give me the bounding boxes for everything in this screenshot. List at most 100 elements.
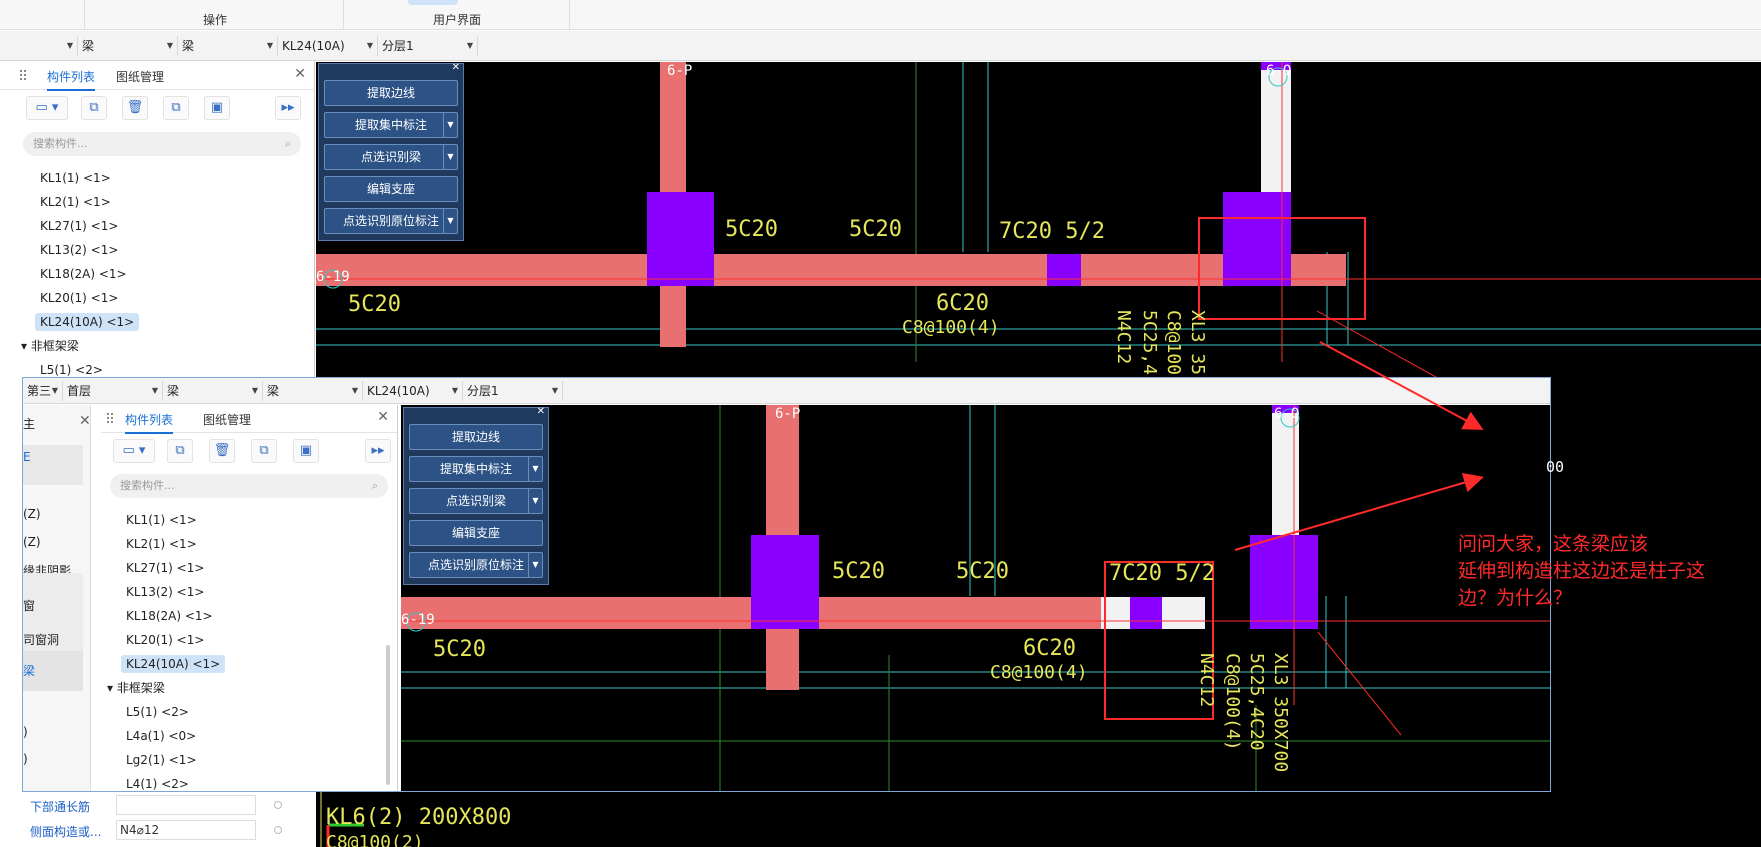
list-item[interactable]: L4(1) <2>	[121, 772, 225, 796]
cmd-pick-beam[interactable]: 点选识别梁 ▼	[324, 144, 458, 170]
axis-label-6-19: 6-19	[316, 269, 350, 285]
bottom-layer-select[interactable]: 分层1 ▼	[463, 381, 563, 401]
ribbon: 操作 用户界面	[0, 0, 1761, 30]
top-component-select[interactable]: KL24(10A) ▼	[278, 36, 378, 56]
bottom-search-input[interactable]: 搜索构件... ⌕	[110, 474, 388, 498]
prop-dot-icon[interactable]	[274, 801, 282, 809]
bottom-subtype-select[interactable]: 梁 ▼	[263, 381, 363, 401]
strip-item[interactable]: )	[23, 752, 28, 766]
cmd-pick-inplace[interactable]: 点选识别原位标注 ▼	[409, 552, 543, 578]
prop-field-bottom-rebar[interactable]	[116, 795, 256, 815]
more-icon[interactable]: ▸▸	[275, 96, 301, 120]
list-item[interactable]: KL13(2) <1>	[121, 580, 225, 604]
new-component-icon[interactable]: ▭ ▾	[26, 96, 68, 120]
list-item[interactable]: KL20(1) <1>	[121, 628, 225, 652]
tab-drawing-manage[interactable]: 图纸管理	[116, 68, 164, 85]
axis-label-6q: 6-Q	[1266, 63, 1292, 79]
list-item[interactable]: KL1(1) <1>	[35, 166, 139, 190]
question-note-line2: 延伸到构造柱这边还是柱子这	[1458, 560, 1706, 582]
duplicate-icon[interactable]: ⧉	[163, 96, 189, 120]
bottom-type-select[interactable]: 梁 ▼	[163, 381, 263, 401]
list-item[interactable]: KL2(1) <1>	[35, 190, 139, 214]
strip-item[interactable]: 司窗洞	[23, 631, 59, 648]
rebar-label: 7C20 5/2	[1109, 561, 1215, 586]
new-component-icon[interactable]: ▭ ▾	[113, 439, 155, 463]
drag-grip-icon[interactable]	[107, 412, 113, 426]
list-item[interactable]: L4a(1) <0>	[121, 724, 225, 748]
top-subtype-select[interactable]: 梁 ▼	[178, 36, 278, 56]
dropdown-arrow-icon[interactable]: ▼	[528, 553, 542, 577]
cmd-pick-inplace[interactable]: 点选识别原位标注 ▼	[324, 208, 458, 234]
list-item[interactable]: KL2(1) <1>	[121, 532, 225, 556]
dropdown-arrow-icon[interactable]: ▼	[528, 457, 542, 481]
cmd-extract-label[interactable]: 提取集中标注 ▼	[409, 456, 543, 482]
cmd-extract-edge[interactable]: 提取边线	[409, 424, 543, 450]
list-item[interactable]: KL18(2A) <1>	[121, 604, 225, 628]
stirrup-label: C8@100(2)	[326, 832, 424, 847]
top-layer-select[interactable]: 分层1 ▼	[378, 36, 478, 56]
tab-drawing-manage[interactable]: 图纸管理	[203, 411, 251, 428]
cmd-pick-beam[interactable]: 点选识别梁 ▼	[409, 488, 543, 514]
bottom-prev-select[interactable]: 第三 ▼	[23, 381, 63, 401]
list-item[interactable]: KL27(1) <1>	[121, 556, 225, 580]
strip-item[interactable]: (Z)	[23, 535, 41, 549]
list-item[interactable]: KL1(1) <1>	[121, 508, 225, 532]
top-cad-canvas[interactable]: 6-P 6-Q 6-19 5C20 5C20 7C20 5/2 5C20 6C2…	[316, 62, 1761, 377]
list-item[interactable]: L5(1) <2>	[121, 700, 225, 724]
top-floor-select[interactable]: ▼	[0, 36, 78, 56]
list-item[interactable]: KL20(1) <1>	[35, 286, 139, 310]
cmd-edit-support[interactable]: 编辑支座	[409, 520, 543, 546]
close-icon[interactable]: ✕	[452, 62, 460, 73]
tree-group-nonframe[interactable]: ▾ 非框架梁	[21, 334, 139, 358]
search-icon[interactable]: ⌕	[372, 474, 378, 498]
duplicate-icon[interactable]: ⧉	[251, 439, 277, 463]
cmd-extract-label[interactable]: 提取集中标注 ▼	[324, 112, 458, 138]
floor-copy-icon[interactable]: ▣	[293, 439, 319, 463]
copy-icon[interactable]: ⧉	[167, 439, 193, 463]
strip-item-active[interactable]: 梁	[23, 651, 83, 691]
top-search-input[interactable]: 搜索构件... ⌕	[23, 132, 301, 156]
tab-component-list[interactable]: 构件列表	[125, 411, 174, 434]
close-icon[interactable]: ✕	[294, 66, 306, 82]
close-icon[interactable]: ✕	[79, 413, 91, 429]
dropdown-arrow-icon[interactable]: ▼	[443, 209, 457, 233]
stirrup-label: C8@100(4)	[990, 662, 1088, 683]
dropdown-arrow-icon[interactable]: ▼	[443, 145, 457, 169]
delete-icon[interactable]: 🗑	[209, 439, 235, 463]
strip-item-active[interactable]: E	[23, 445, 83, 485]
more-icon[interactable]: ▸▸	[365, 439, 391, 463]
list-item[interactable]: KL13(2) <1>	[35, 238, 139, 262]
list-item[interactable]: Lg2(1) <1>	[121, 748, 225, 772]
ribbon-group-ui[interactable]: 用户界面	[433, 11, 481, 28]
tree-group-nonframe[interactable]: ▾ 非框架梁	[107, 676, 225, 700]
prop-field-side-rebar[interactable]: N4⌀12	[116, 820, 256, 840]
cmd-edit-support[interactable]: 编辑支座	[324, 176, 458, 202]
bottom-cad-canvas[interactable]: 6-P 6-Q 6-19 5C20 5C20 7C20 5/2 5C20 6C2…	[401, 405, 1550, 791]
dropdown-arrow-icon[interactable]: ▼	[528, 489, 542, 513]
strip-item[interactable]: 主	[23, 415, 35, 432]
list-item[interactable]: KL27(1) <1>	[35, 214, 139, 238]
drag-grip-icon[interactable]	[20, 69, 26, 83]
close-icon[interactable]: ✕	[377, 409, 389, 425]
bottom-floor-select[interactable]: 首层 ▼	[63, 381, 163, 401]
scrollbar[interactable]	[386, 645, 390, 785]
strip-item[interactable]: )	[23, 725, 28, 739]
close-icon[interactable]: ✕	[537, 406, 545, 417]
search-icon[interactable]: ⌕	[285, 132, 291, 156]
list-item[interactable]: KL18(2A) <1>	[35, 262, 139, 286]
floor-copy-icon[interactable]: ▣	[204, 96, 230, 120]
prop-dot-icon[interactable]	[274, 826, 282, 834]
strip-item[interactable]: (Z)	[23, 507, 41, 521]
bottom-component-select[interactable]: KL24(10A) ▼	[363, 381, 463, 401]
list-item-selected[interactable]: KL24(10A) <1>	[121, 652, 226, 676]
copy-icon[interactable]: ⧉	[81, 96, 107, 120]
tab-component-list[interactable]: 构件列表	[47, 68, 96, 91]
dropdown-arrow-icon[interactable]: ▼	[443, 113, 457, 137]
bottom-toolbar: ▭ ▾ ⧉ 🗑 ⧉ ▣ ▸▸	[101, 433, 397, 469]
ribbon-group-operate[interactable]: 操作	[203, 11, 227, 28]
delete-icon[interactable]: 🗑	[122, 96, 148, 120]
top-type-select[interactable]: 梁 ▼	[78, 36, 178, 56]
cmd-extract-edge[interactable]: 提取边线	[324, 80, 458, 106]
bottom-cad-strip[interactable]: KL6(2) 200X800 C8@100(2)	[316, 790, 1761, 847]
list-item-selected[interactable]: KL24(10A) <1>	[35, 310, 140, 334]
